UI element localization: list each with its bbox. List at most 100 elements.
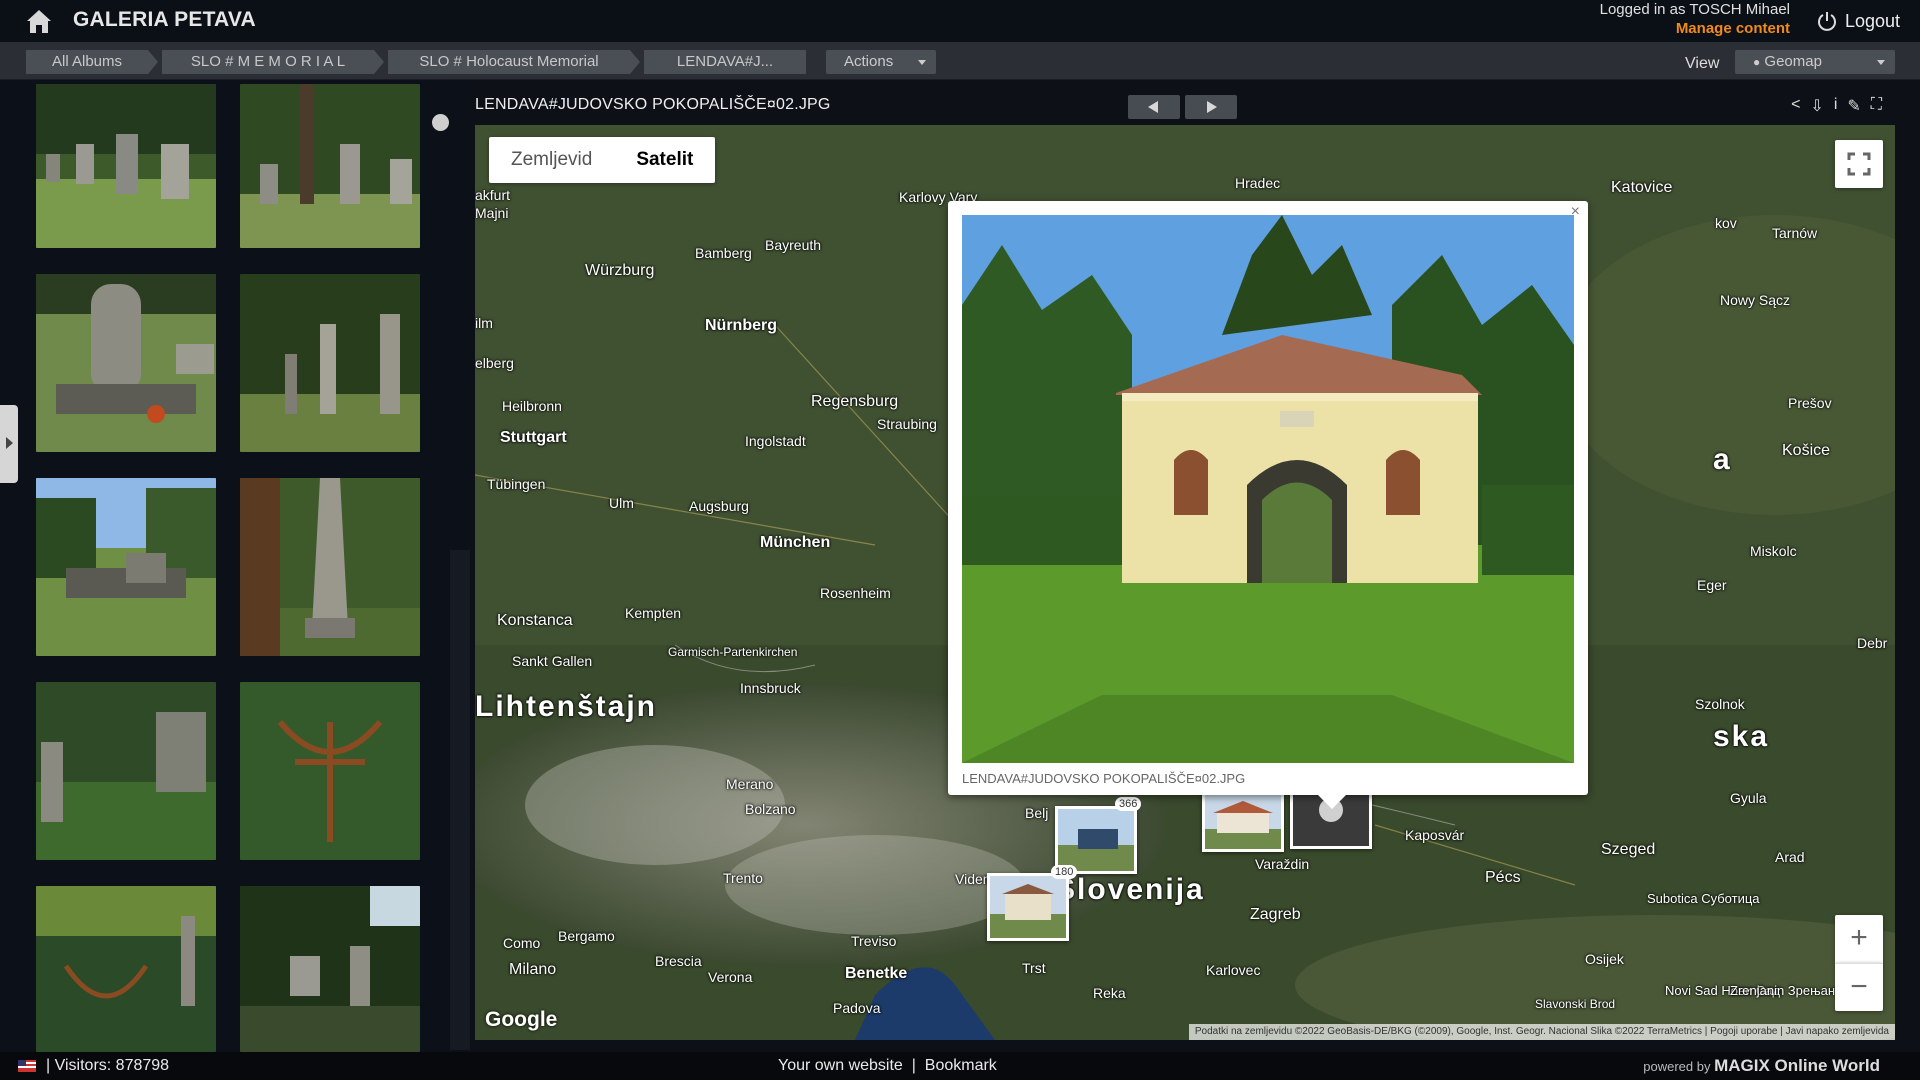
visitor-counter: | Visitors: 878798 — [46, 1057, 170, 1074]
geo-map[interactable]: Hradec Katovice akfurt Majni Karlovy Var… — [475, 125, 1895, 1040]
zoom-in-button[interactable]: + — [1835, 915, 1883, 963]
map-label: Kaposvár — [1405, 827, 1465, 843]
footer-links: Your own website | Bookmark — [778, 1057, 997, 1074]
map-label: Katovice — [1611, 179, 1673, 196]
logged-in-text: Logged in as TOSCH Mihael — [1599, 1, 1790, 18]
thumbnail-panel — [0, 80, 470, 1052]
map-label: Trento — [723, 870, 763, 886]
cluster-count-badge: 366 — [1115, 797, 1142, 811]
map-photo-marker[interactable] — [1202, 792, 1284, 852]
map-label: Nürnberg — [705, 317, 777, 334]
logout-button[interactable]: Logout — [1817, 8, 1900, 34]
breadcrumb-current-album[interactable]: LENDAVA#J... — [644, 50, 806, 74]
map-type-satellite-button[interactable]: Satelit — [614, 137, 715, 183]
site-title[interactable]: GALERIA PETAVA — [73, 8, 256, 32]
power-icon — [1817, 12, 1836, 31]
map-label: Gyula — [1730, 790, 1767, 806]
view-mode-value: Geomap — [1764, 53, 1822, 70]
panel-divider — [450, 550, 470, 1050]
panel-toggle-button[interactable] — [0, 405, 18, 483]
map-photo-marker[interactable] — [1055, 806, 1137, 874]
info-icon[interactable]: i — [1834, 96, 1838, 116]
powered-by-brand: MAGIX Online World — [1714, 1056, 1880, 1075]
map-label: Belj — [1025, 805, 1049, 821]
map-label: Stuttgart — [500, 429, 567, 446]
photo-thumbnail[interactable] — [36, 478, 216, 656]
map-label: Košice — [1782, 442, 1831, 459]
breadcrumb-separator — [630, 50, 640, 74]
photo-thumbnail[interactable] — [240, 886, 420, 1052]
map-label: Varaždin — [1255, 856, 1310, 872]
map-label: Trst — [1022, 960, 1046, 976]
photo-thumbnail[interactable] — [240, 274, 420, 452]
zoom-out-button[interactable]: − — [1835, 963, 1883, 1011]
map-label: Prešov — [1788, 395, 1832, 411]
map-attribution[interactable]: Podatki na zemljevidu ©2022 GeoBasis-DE/… — [1188, 1024, 1895, 1040]
share-icon[interactable]: < — [1791, 96, 1800, 116]
logout-label: Logout — [1844, 10, 1900, 31]
comment-icon[interactable]: ✎ — [1847, 96, 1860, 116]
flag-icon[interactable] — [18, 1060, 36, 1072]
photo-thumbnail[interactable] — [36, 682, 216, 860]
map-label: ilm — [475, 315, 493, 331]
map-fullscreen-button[interactable] — [1835, 140, 1883, 188]
map-label: elberg — [475, 355, 514, 371]
map-label: Como — [503, 935, 541, 951]
map-label: Majni — [475, 205, 509, 221]
scroll-handle[interactable] — [432, 114, 449, 131]
map-pin-icon: ● — [1753, 55, 1761, 69]
map-country-label: Slovenija — [1055, 873, 1205, 906]
photo-thumbnail[interactable] — [240, 682, 420, 860]
map-label: Szeged — [1601, 841, 1656, 858]
map-label: Garmisch-Partenkirchen — [668, 645, 798, 659]
previous-photo-button[interactable] — [1128, 95, 1180, 119]
breadcrumb-slo-memorial[interactable]: SLO # M E M O R I A L — [162, 50, 374, 74]
visitors-text: Visitors: 878798 — [54, 1057, 170, 1074]
photo-toolbar: < ⇩ i ✎ ⛶ — [1791, 96, 1882, 116]
map-country-label: ska — [1713, 720, 1770, 753]
map-label: Milano — [509, 961, 557, 978]
map-label: Bamberg — [695, 245, 752, 261]
map-photo-marker[interactable] — [987, 873, 1069, 941]
manage-content-link[interactable]: Manage content — [1600, 19, 1790, 38]
popup-photo[interactable] — [962, 215, 1574, 763]
map-label: Pécs — [1485, 869, 1521, 886]
map-label: Szolnok — [1695, 696, 1745, 712]
top-bar: GALERIA PETAVA Logged in as TOSCH Mihael… — [0, 0, 1920, 42]
view-label: View — [1685, 55, 1720, 72]
chevron-down-icon — [918, 60, 926, 65]
photo-thumbnail[interactable] — [240, 84, 420, 248]
popup-caption: LENDAVA#JUDOVSKO POKOPALIŠČE¤02.JPG — [962, 771, 1246, 786]
photo-thumbnail[interactable] — [36, 84, 216, 248]
map-label: Rosenheim — [820, 585, 891, 601]
photo-thumbnail[interactable] — [36, 886, 216, 1052]
own-website-link[interactable]: Your own website — [778, 1057, 903, 1074]
download-icon[interactable]: ⇩ — [1810, 96, 1823, 116]
map-label: Augsburg — [689, 498, 749, 514]
map-label: Karlovec — [1206, 962, 1261, 978]
fullscreen-icon[interactable]: ⛶ — [1871, 96, 1882, 116]
map-label: Reka — [1093, 985, 1126, 1001]
map-label: Arad — [1775, 849, 1805, 865]
breadcrumb-holocaust-memorial[interactable]: SLO # Holocaust Memorial — [388, 50, 630, 74]
google-logo: Google — [485, 1008, 558, 1031]
next-photo-button[interactable] — [1185, 95, 1237, 119]
fullscreen-icon — [1847, 152, 1871, 176]
photo-thumbnail[interactable] — [36, 274, 216, 452]
home-icon[interactable] — [24, 6, 54, 36]
map-type-toggle: Zemljevid Satelit — [489, 137, 716, 183]
map-label: Zrenjanin Зрењанин — [1730, 983, 1850, 998]
map-label: Nowy Sącz — [1720, 292, 1791, 308]
nav-bar: All Albums SLO # M E M O R I A L SLO # H… — [0, 42, 1920, 80]
photo-thumbnail[interactable] — [240, 478, 420, 656]
bookmark-link[interactable]: Bookmark — [925, 1057, 997, 1074]
powered-by[interactable]: powered by MAGIX Online World — [1643, 1056, 1880, 1076]
map-type-map-button[interactable]: Zemljevid — [489, 137, 614, 183]
view-mode-select[interactable]: ● Geomap — [1735, 50, 1895, 74]
actions-dropdown[interactable]: Actions — [826, 50, 936, 74]
map-country-label: a — [1713, 443, 1732, 476]
map-label: Eger — [1697, 577, 1727, 593]
map-label: Slavonski Brod — [1535, 997, 1616, 1011]
map-label: Regensburg — [811, 393, 899, 410]
breadcrumb-all-albums[interactable]: All Albums — [26, 50, 148, 74]
